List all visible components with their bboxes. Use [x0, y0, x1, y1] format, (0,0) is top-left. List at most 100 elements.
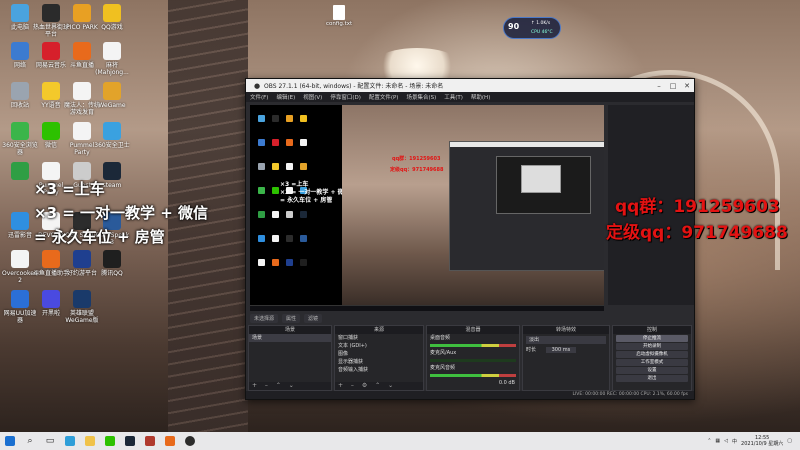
system-tray: ⌃ ▦ ◁ 中 12:55 2021/10/9 星期六 ▢: [707, 435, 800, 447]
preview-mini-icon: [300, 259, 307, 266]
text-file-icon: [333, 5, 345, 20]
source-item[interactable]: 窗口捕获: [335, 334, 423, 342]
start-virtual-camera-button[interactable]: 启动虚拟摄像机: [616, 351, 688, 358]
transitions-dock-title: 转场特效: [523, 326, 609, 334]
obs-preview-canvas[interactable]: ×3 =上车 ×3 = 一对一教学 + 微信 = 永久车位 + 房管 qq群：1…: [250, 105, 604, 305]
taskbar-app-steam[interactable]: [120, 432, 140, 450]
taskbar-clock[interactable]: 12:55 2021/10/9 星期六: [741, 435, 783, 447]
gauge-line-1: ↑ 1.0K/s: [531, 21, 551, 26]
notification-icon[interactable]: ▢: [787, 438, 792, 444]
obs-status-bar: LIVE: 00:00:00 REC: 00:00:00 CPU: 2.1%, …: [246, 391, 694, 399]
input-language[interactable]: 中: [732, 438, 737, 445]
filters-button[interactable]: 滤镜: [304, 313, 323, 323]
taskbar-app-folder[interactable]: [80, 432, 100, 450]
app-icon: [11, 82, 29, 100]
desktop-icon-label: YY语音: [41, 102, 61, 109]
app-icon: [11, 122, 29, 140]
menu-profile[interactable]: 配置文件(P): [369, 93, 399, 101]
app-icon: [42, 4, 60, 22]
gauge-line-2: CPU 46°C: [531, 30, 553, 35]
nested-inner-window: [521, 165, 561, 193]
scenes-dock: 场景 场景 + – ⌃ ⌄: [248, 325, 332, 391]
desktop-icon[interactable]: 腾讯QQ: [94, 250, 130, 277]
app-icon: [73, 122, 91, 140]
desktop-icon[interactable]: 麻将(Mahjong...: [94, 42, 130, 76]
close-icon[interactable]: ✕: [680, 82, 694, 90]
preview-mini-icon: [300, 211, 307, 218]
desktop-icon-label: 360安全卫士: [94, 142, 130, 149]
desktop-file-config[interactable]: config.txt: [326, 5, 352, 27]
mixer-channel-label: 桌面音频: [430, 335, 451, 341]
exit-button[interactable]: 退出: [616, 375, 688, 382]
properties-button[interactable]: 属性: [282, 313, 301, 323]
network-icon[interactable]: ▦: [715, 438, 720, 444]
start-recording-button[interactable]: 开始录制: [616, 343, 688, 350]
app-icon: [73, 290, 91, 308]
performance-gauge-widget: 90 ↑ 1.0K/s CPU 46°C: [503, 17, 561, 39]
search-icon[interactable]: ⌕: [20, 432, 40, 450]
settings-button[interactable]: 设置: [616, 367, 688, 374]
taskbar-app-obs[interactable]: [180, 432, 200, 450]
taskbar-app-game[interactable]: [140, 432, 160, 450]
minimize-icon[interactable]: –: [652, 82, 666, 90]
preview-caption-3: = 永久车位 + 房管: [280, 197, 333, 204]
maximize-icon[interactable]: □: [666, 82, 680, 90]
sources-dock-toolbar[interactable]: + – ⚙ ⌃ ⌄: [335, 382, 423, 390]
audio-meter: [430, 374, 516, 377]
start-button[interactable]: [0, 432, 20, 450]
scenes-dock-toolbar[interactable]: + – ⌃ ⌄: [249, 382, 331, 390]
obs-logo-icon: ●: [253, 81, 261, 90]
menu-scene-collection[interactable]: 场景集合(S): [406, 93, 436, 101]
tray-chevron-icon[interactable]: ⌃: [707, 438, 711, 444]
obs-title-text: OBS 27.1.1 (64-bit, windows) - 配置文件: 未命名…: [264, 83, 444, 90]
task-view-icon[interactable]: ▭: [40, 432, 60, 450]
app-icon: [42, 122, 60, 140]
caption-line-2: ×3 = 一对一教学 + 微信: [34, 204, 209, 222]
desktop-icon-label: 麻将(Mahjong...: [95, 62, 129, 76]
folder-icon: [85, 436, 95, 446]
app-icon: [73, 42, 91, 60]
app-icon: [73, 82, 91, 100]
taskbar-app-douyu[interactable]: [160, 432, 180, 450]
menu-edit[interactable]: 编辑(E): [276, 93, 295, 101]
menu-help[interactable]: 帮助(H): [471, 93, 490, 101]
app-icon: [103, 4, 121, 22]
menu-tools[interactable]: 工具(T): [444, 93, 463, 101]
desktop-icon-label: WeGame: [98, 102, 126, 109]
desktop-icon[interactable]: 360安全卫士: [94, 122, 130, 149]
source-item[interactable]: 图像: [335, 350, 423, 358]
audio-meter: [430, 344, 516, 347]
desktop-icon[interactable]: QQ游戏: [94, 4, 130, 31]
source-item[interactable]: 显示器捕获: [335, 358, 423, 366]
game-icon: [145, 436, 155, 446]
transition-type-select[interactable]: 淡出: [526, 336, 606, 344]
mixer-dock: 混音器 桌面音频 麦克风/Aux 麦克风音频 0.0 dB: [426, 325, 520, 391]
controls-dock: 控制 停止推流 开始录制 启动虚拟摄像机 工作室模式 设置 退出: [612, 325, 692, 391]
source-item[interactable]: 文本 (GDI+): [335, 342, 423, 350]
desktop-icon-label: 网络: [13, 62, 26, 69]
desktop-file-label: config.txt: [326, 21, 353, 27]
menu-view[interactable]: 视图(V): [303, 93, 322, 101]
desktop-icon-label: 开黑啦: [41, 310, 60, 317]
source-item[interactable]: 音频输入捕获: [335, 366, 423, 374]
taskbar-app-edge[interactable]: [60, 432, 80, 450]
scene-item[interactable]: 场景: [249, 334, 331, 342]
nested-title-bar: [450, 142, 604, 147]
desktop-icon[interactable]: WeGame: [94, 82, 130, 109]
taskbar-app-wechat[interactable]: [100, 432, 120, 450]
preview-taskbar-strip: [250, 305, 604, 311]
stop-streaming-button[interactable]: 停止推流: [616, 335, 688, 342]
obs-title-bar[interactable]: ● OBS 27.1.1 (64-bit, windows) - 配置文件: 未…: [246, 79, 694, 92]
desktop-icon[interactable]: 英雄联盟WeGame版: [64, 290, 100, 324]
transition-duration-input[interactable]: 300 ms: [545, 347, 577, 353]
volume-icon[interactable]: ◁: [724, 438, 728, 444]
studio-mode-button[interactable]: 工作室模式: [616, 359, 688, 366]
app-icon: [11, 290, 29, 308]
app-icon: [11, 212, 29, 230]
mixer-channel-label: 麦克风/Aux: [430, 350, 457, 356]
menu-docks[interactable]: 停靠窗口(D): [330, 93, 361, 101]
menu-file[interactable]: 文件(F): [250, 93, 268, 101]
controls-dock-title: 控制: [613, 326, 691, 334]
desktop-icon-label: 好约游平台: [66, 270, 97, 277]
preview-caption-2: ×3 = 一对一教学 + 微信: [280, 189, 350, 196]
